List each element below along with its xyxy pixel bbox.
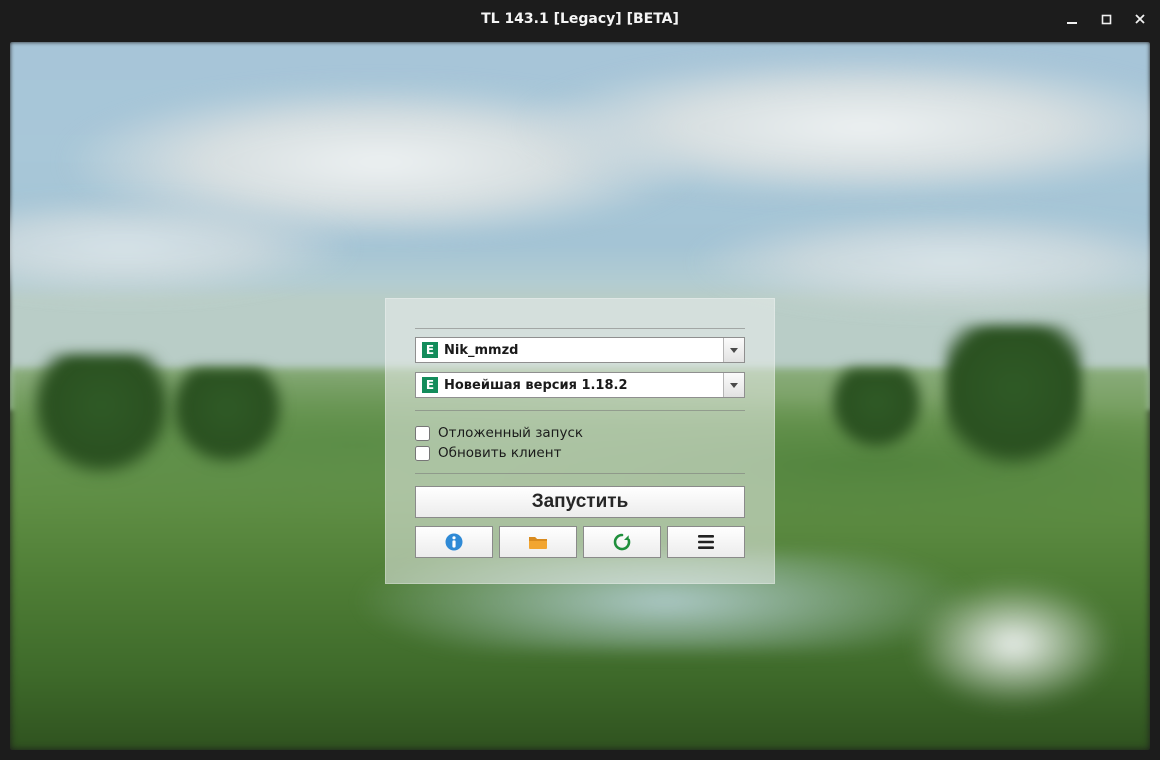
window-controls [1058,0,1154,38]
version-type-badge: E [422,377,438,393]
delayed-launch-checkbox-row[interactable]: Отложенный запуск [415,425,745,441]
close-button[interactable] [1126,5,1154,33]
options-group: Отложенный запуск Обновить клиент [415,425,745,461]
chevron-down-icon [730,348,738,353]
version-select[interactable]: E Новейшая версия 1.18.2 [415,372,745,398]
minimize-icon [1066,13,1078,25]
account-type-badge: E [422,342,438,358]
titlebar: TL 143.1 [Legacy] [BETA] [0,0,1160,38]
update-client-label: Обновить клиент [438,445,561,461]
maximize-button[interactable] [1092,5,1120,33]
chevron-down-icon [730,383,738,388]
version-dropdown-button[interactable] [723,373,744,397]
version-select-value: E Новейшая версия 1.18.2 [416,373,723,397]
client-area: E Nik_mmzd E Новейшая версия 1.18.2 [10,42,1150,750]
refresh-button[interactable] [583,526,661,558]
folder-icon [527,532,549,552]
update-client-checkbox[interactable] [415,446,430,461]
refresh-icon [612,532,632,552]
divider [415,328,745,329]
toolbar [415,526,745,558]
account-dropdown-button[interactable] [723,338,744,362]
info-icon [444,532,464,552]
account-select-value: E Nik_mmzd [416,338,723,362]
menu-button[interactable] [667,526,745,558]
account-select[interactable]: E Nik_mmzd [415,337,745,363]
divider [415,410,745,411]
maximize-icon [1101,14,1112,25]
login-panel: E Nik_mmzd E Новейшая версия 1.18.2 [385,298,775,584]
info-button[interactable] [415,526,493,558]
hamburger-icon [697,534,715,550]
version-name-label: Новейшая версия 1.18.2 [444,378,628,393]
launch-button[interactable]: Запустить [415,486,745,518]
delayed-launch-label: Отложенный запуск [438,425,583,441]
delayed-launch-checkbox[interactable] [415,426,430,441]
close-icon [1134,13,1146,25]
update-client-checkbox-row[interactable]: Обновить клиент [415,445,745,461]
application-window: TL 143.1 [Legacy] [BETA] [0,0,1160,760]
folder-button[interactable] [499,526,577,558]
account-name-label: Nik_mmzd [444,343,518,358]
window-title: TL 143.1 [Legacy] [BETA] [481,11,679,27]
minimize-button[interactable] [1058,5,1086,33]
